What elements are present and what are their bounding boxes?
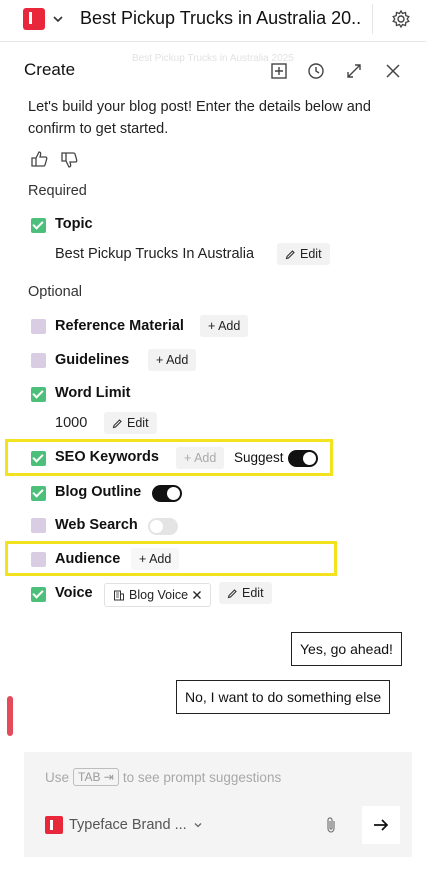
building-icon — [113, 589, 125, 601]
thumbs-up-icon[interactable] — [30, 149, 50, 169]
send-button[interactable] — [362, 806, 400, 844]
topic-edit-button[interactable]: Edit — [277, 243, 330, 265]
web-search-checkbox[interactable] — [31, 518, 46, 533]
optional-section-label: Optional — [28, 284, 83, 300]
edit-label: Edit — [242, 586, 264, 600]
audience-add-button[interactable]: + Add — [131, 548, 180, 570]
edit-label: Edit — [127, 416, 149, 430]
seo-keywords-label: SEO Keywords — [55, 449, 159, 465]
prompt-composer[interactable]: Use TAB ⇥ to see prompt suggestions Type… — [24, 752, 412, 857]
guidelines-label: Guidelines — [55, 352, 130, 368]
thumbs-down-icon[interactable] — [60, 150, 80, 170]
suggest-label: Suggest — [234, 450, 284, 465]
expand-icon[interactable] — [345, 62, 363, 80]
guidelines-checkbox[interactable] — [31, 353, 46, 368]
word-limit-label: Word Limit — [55, 385, 131, 401]
voice-edit-button[interactable]: Edit — [219, 582, 272, 604]
blog-outline-toggle[interactable] — [152, 485, 182, 502]
gear-icon[interactable] — [391, 9, 411, 29]
side-tab[interactable] — [7, 696, 13, 736]
word-limit-edit-button[interactable]: Edit — [104, 412, 157, 434]
web-search-label: Web Search — [55, 517, 138, 533]
remove-voice-icon[interactable] — [192, 590, 202, 600]
chevron-down-icon[interactable] — [52, 13, 64, 25]
attachment-icon[interactable] — [324, 816, 338, 834]
topic-label: Topic — [55, 216, 93, 232]
suggest-toggle[interactable] — [288, 450, 318, 467]
reference-material-add-button[interactable]: + Add — [200, 315, 249, 337]
voice-label: Voice — [55, 585, 93, 601]
topic-checkbox[interactable] — [31, 218, 46, 233]
pencil-icon — [285, 249, 296, 260]
required-section-label: Required — [28, 183, 87, 199]
history-icon[interactable] — [307, 62, 325, 80]
voice-name: Blog Voice — [129, 588, 189, 602]
brand-logo-icon — [45, 816, 63, 834]
audience-checkbox[interactable] — [31, 552, 46, 567]
blog-outline-label: Blog Outline — [55, 484, 142, 500]
web-search-toggle[interactable] — [148, 518, 178, 535]
reference-material-checkbox[interactable] — [31, 319, 46, 334]
top-bar: Best Pickup Trucks in Australia 20... — [0, 0, 426, 42]
pencil-icon — [227, 588, 238, 599]
seo-keywords-add-button[interactable]: + Add — [176, 447, 225, 469]
document-title[interactable]: Best Pickup Trucks in Australia 20... — [80, 8, 362, 29]
panel-title: Create — [24, 60, 76, 79]
topic-value: Best Pickup Trucks In Australia — [55, 246, 255, 262]
pencil-icon — [112, 418, 123, 429]
chevron-down-icon — [193, 820, 203, 830]
add-box-icon[interactable] — [270, 62, 288, 80]
prompt-input-placeholder[interactable]: Use TAB ⇥ to see prompt suggestions — [45, 768, 281, 786]
divider — [372, 4, 373, 34]
voice-checkbox[interactable] — [31, 587, 46, 602]
seo-keywords-checkbox[interactable] — [31, 451, 46, 466]
guidelines-add-button[interactable]: + Add — [148, 349, 197, 371]
something-else-button[interactable]: No, I want to do something else — [176, 680, 391, 714]
word-limit-checkbox[interactable] — [31, 387, 46, 402]
placeholder-prefix: Use — [45, 769, 70, 785]
voice-chip[interactable]: Blog Voice — [104, 583, 212, 607]
intro-message: Let's build your blog post! Enter the de… — [28, 99, 371, 137]
reference-material-label: Reference Material — [55, 318, 184, 334]
blog-outline-checkbox[interactable] — [31, 486, 46, 501]
word-limit-value: 1000 — [55, 415, 88, 431]
typeface-logo-icon[interactable] — [23, 8, 45, 30]
arrow-right-icon — [373, 818, 389, 832]
close-icon[interactable] — [384, 62, 402, 80]
audience-label: Audience — [55, 551, 121, 567]
yes-go-ahead-button[interactable]: Yes, go ahead! — [291, 632, 402, 666]
edit-label: Edit — [300, 247, 322, 261]
tab-key-hint: TAB ⇥ — [73, 768, 119, 786]
brand-selector[interactable]: Typeface Brand ... — [45, 816, 203, 834]
placeholder-suffix: to see prompt suggestions — [122, 769, 282, 785]
brand-name: Typeface Brand ... — [69, 817, 187, 833]
